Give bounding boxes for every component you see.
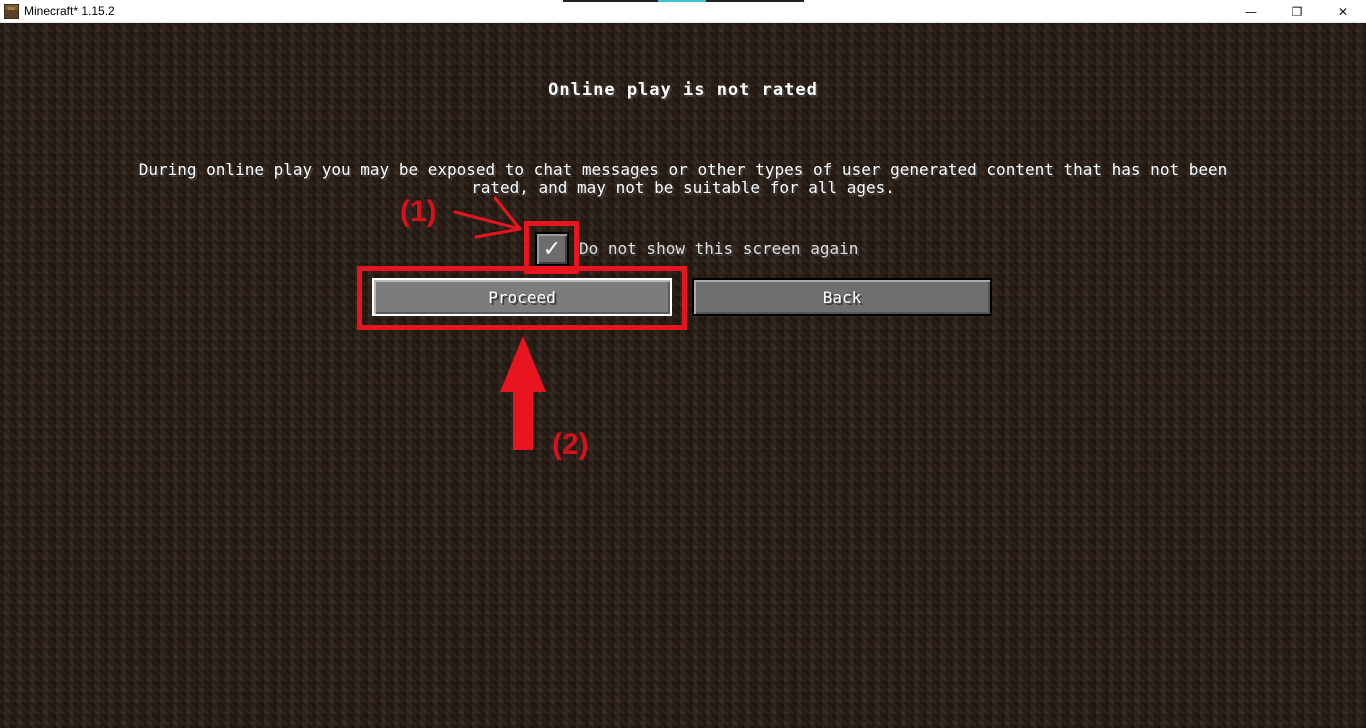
step-1-arrow-icon [453,196,522,239]
step-2-arrow-icon [500,336,546,450]
annotation-arrows [453,196,546,450]
